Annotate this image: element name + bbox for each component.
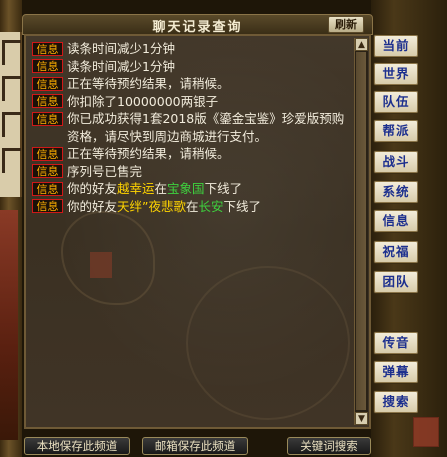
message-row: 信息 读条时间减少1分钟 — [32, 40, 350, 58]
tab-info[interactable]: 信息 — [373, 209, 419, 233]
info-tag[interactable]: 信息 — [32, 164, 63, 178]
tab-world[interactable]: 世界 — [373, 62, 419, 86]
message-row: 信息 你的好友越幸运在宝象国下线了 — [32, 180, 350, 198]
message-list: 信息 读条时间减少1分钟 信息 读条时间减少1分钟 信息 正在等待预约结果，请稍候。 信息你… — [32, 40, 350, 215]
message-row: 信息 你已成功获得1套2018版《鎏金宝鉴》珍爱版预购资格，请尽快到周边商城进行支… — [32, 110, 350, 145]
keyword-search-button[interactable]: 关键词搜索 — [287, 437, 371, 455]
scroll-thumb[interactable] — [356, 52, 366, 410]
tab-whisper[interactable]: 传音 — [373, 331, 419, 355]
message-text: 序列号已售完 — [67, 163, 350, 181]
message-row: 信息 你的好友天绊”夜悲歌在长安下线了 — [32, 198, 350, 216]
save-mail-button[interactable]: 邮箱保存此频道 — [142, 437, 248, 455]
message-segment: 读条时间减少1分钟 — [67, 58, 175, 74]
tab-guild[interactable]: 帮派 — [373, 119, 419, 143]
background-watermark — [186, 266, 350, 420]
message-text: 正在等待预约结果，请稍候。 — [67, 145, 350, 163]
info-tag[interactable]: 信息 — [32, 181, 63, 196]
search-button[interactable]: 搜索 — [373, 390, 419, 414]
message-segment: 你的好友 — [67, 198, 118, 214]
left-red-ornament — [0, 210, 18, 440]
info-tag[interactable]: 信息 — [32, 199, 63, 213]
message-row: 信息 读条时间减少1分钟 — [32, 58, 350, 76]
save-local-button[interactable]: 本地保存此频道 — [24, 437, 130, 455]
refresh-button[interactable]: 刷新 — [328, 16, 364, 33]
message-row: 信息 序列号已售完 — [32, 163, 350, 181]
message-segment: 序列号已售完 — [67, 163, 143, 179]
calligraphy-mark — [2, 40, 21, 65]
tab-blessing[interactable]: 祝福 — [373, 240, 419, 264]
message-row: 信息 你扣除了10000000两银子 — [32, 93, 350, 111]
chat-log-panel[interactable]: 信息 读条时间减少1分钟 信息 读条时间减少1分钟 信息 正在等待预约结果，请稍候。 信息你… — [24, 34, 371, 429]
tab-current[interactable]: 当前 — [373, 34, 419, 58]
scroll-up-icon[interactable]: ▲ — [355, 38, 368, 51]
message-segment: 正在等待预约结果，请稍候。 — [67, 76, 230, 91]
message-row: 信息 正在等待预约结果，请稍候。 — [32, 145, 350, 163]
message-segment: 在 — [154, 181, 168, 196]
message-segment: 下线了 — [204, 181, 243, 196]
message-text: 正在等待预约结果，请稍候。 — [67, 75, 350, 93]
info-tag[interactable]: 信息 — [32, 41, 63, 56]
message-segment: 你扣除了10000000两银子 — [67, 93, 219, 109]
message-segment: 你的好友 — [67, 181, 118, 196]
tab-battle[interactable]: 战斗 — [373, 150, 419, 174]
message-text: 你扣除了10000000两银子 — [67, 93, 350, 111]
player-name[interactable]: 天绊”夜悲歌 — [117, 199, 186, 214]
tab-team[interactable]: 队伍 — [373, 90, 419, 114]
message-text: 读条时间减少1分钟 — [67, 40, 350, 58]
title-bar: 聊天记录查询 刷新 — [22, 14, 373, 35]
message-text: 你的好友越幸运在宝象国下线了 — [67, 180, 350, 198]
message-segment: 在 — [186, 198, 199, 214]
calligraphy-mark — [2, 148, 21, 173]
calligraphy-mark — [2, 76, 21, 101]
scrollbar[interactable]: ▲ ▼ — [354, 38, 368, 425]
info-tag[interactable]: 信息 — [32, 59, 63, 73]
message-text: 你的好友天绊”夜悲歌在长安下线了 — [67, 198, 350, 216]
tab-system[interactable]: 系统 — [373, 180, 419, 204]
corner-seal — [413, 417, 439, 447]
info-tag[interactable]: 信息 — [32, 111, 63, 126]
info-tag[interactable]: 信息 — [32, 146, 63, 161]
message-segment: 读条时间减少1分钟 — [67, 41, 175, 56]
message-segment: 下线了 — [223, 198, 262, 214]
scroll-down-icon[interactable]: ▼ — [355, 412, 368, 425]
player-name[interactable]: 越幸运 — [117, 181, 155, 196]
left-scroll-ornament — [0, 32, 22, 197]
tab-danmaku[interactable]: 弹幕 — [373, 360, 419, 384]
location-name[interactable]: 宝象国 — [167, 181, 205, 196]
background-seal — [90, 252, 112, 278]
message-segment: 你已成功获得1套2018版《鎏金宝鉴》珍爱版预购资格，请尽快到周边商城进行支付。 — [67, 111, 345, 144]
location-name[interactable]: 长安 — [199, 199, 224, 214]
message-row: 信息 正在等待预约结果，请稍候。 — [32, 75, 350, 93]
info-tag[interactable]: 信息 — [32, 76, 63, 91]
calligraphy-mark — [2, 112, 21, 137]
window-title: 聊天记录查询 — [152, 20, 243, 35]
message-text: 你已成功获得1套2018版《鎏金宝鉴》珍爱版预购资格，请尽快到周边商城进行支付。 — [67, 110, 350, 145]
message-segment: 正在等待预约结果，请稍候。 — [67, 146, 230, 161]
tab-group[interactable]: 团队 — [373, 270, 419, 294]
message-text: 读条时间减少1分钟 — [67, 58, 350, 76]
info-tag[interactable]: 信息 — [32, 94, 63, 108]
